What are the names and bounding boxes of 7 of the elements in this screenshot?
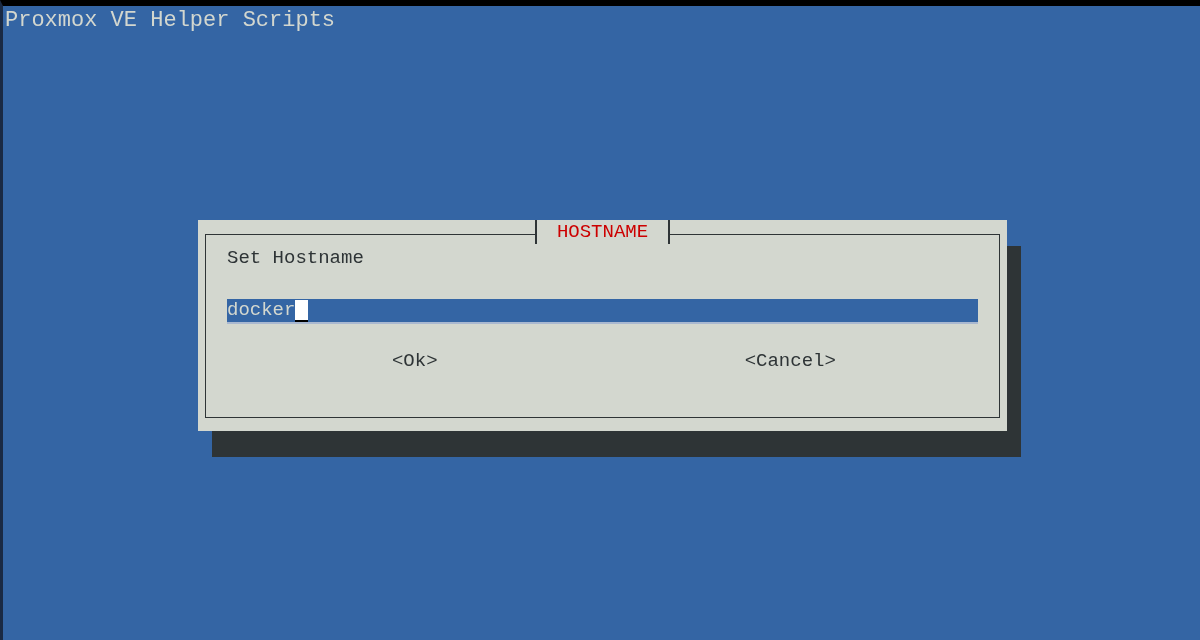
dialog-button[interactable]: <Ok> <box>391 352 438 371</box>
hostname-input-field[interactable]: docker <box>227 299 978 324</box>
screen-title: Proxmox VE Helper Scripts <box>5 8 336 33</box>
dialog-title: HOSTNAME <box>534 220 671 244</box>
text-cursor-icon <box>295 299 309 322</box>
dialog-button[interactable]: <Cancel> <box>744 352 836 371</box>
prompt-label: Set Hostname <box>227 249 364 268</box>
